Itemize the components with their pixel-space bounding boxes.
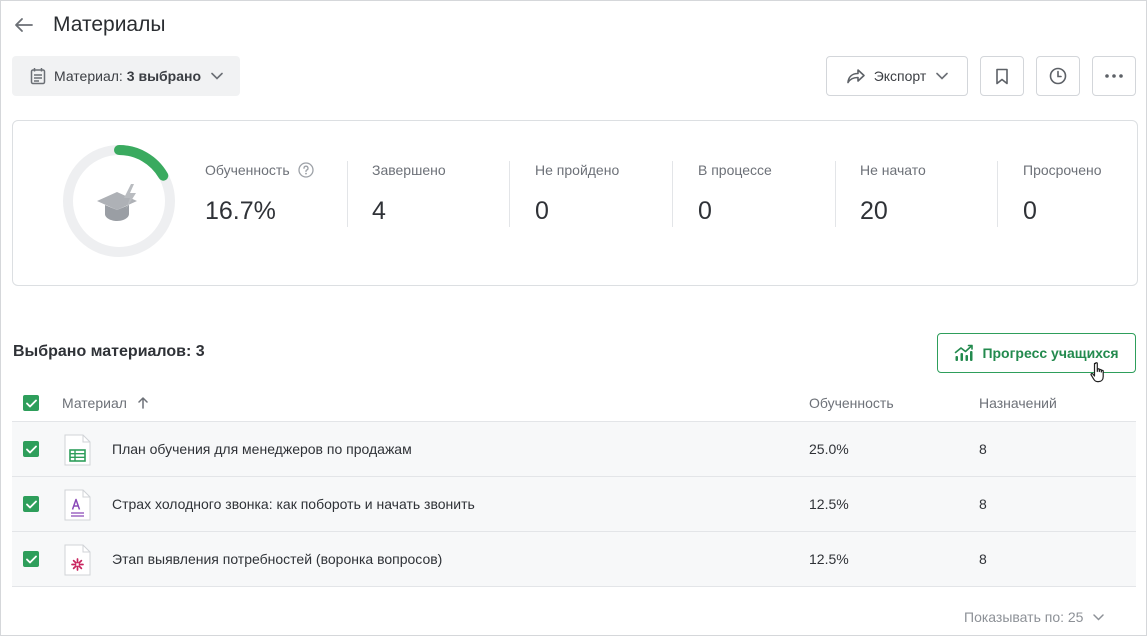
divider xyxy=(509,161,510,227)
history-button[interactable] xyxy=(1036,56,1080,96)
stat-label: В процессе xyxy=(698,162,772,178)
row-checkbox[interactable] xyxy=(23,441,39,457)
stat-completed: Завершено 4 xyxy=(372,161,446,227)
back-arrow-icon[interactable] xyxy=(13,14,35,36)
table-row[interactable]: План обучения для менеджеров по продажам… xyxy=(12,422,1136,477)
material-name[interactable]: Страх холодного звонка: как побороть и н… xyxy=(112,496,475,512)
stat-value: 0 xyxy=(535,197,549,225)
material-progress: 12.5% xyxy=(809,551,849,567)
material-progress: 25.0% xyxy=(809,441,849,457)
stat-not-started: Не начато 20 xyxy=(860,161,926,227)
stat-failed: Не пройдено 0 xyxy=(535,161,619,227)
stat-value: 20 xyxy=(860,197,888,225)
page-title: Материалы xyxy=(53,13,166,36)
divider xyxy=(347,161,348,227)
graduation-cap-icon xyxy=(97,184,137,221)
stat-value: 0 xyxy=(698,197,712,225)
spreadsheet-file-icon xyxy=(64,434,91,466)
material-name[interactable]: Этап выявления потребностей (воронка воп… xyxy=(112,551,442,567)
share-arrow-icon xyxy=(846,68,866,84)
export-label: Экспорт xyxy=(873,68,927,84)
stat-in-progress: В процессе 0 xyxy=(698,161,772,227)
material-filter-dropdown[interactable]: Материал: 3 выбрано xyxy=(12,56,240,96)
bookmark-icon xyxy=(995,68,1009,85)
material-assignments: 8 xyxy=(979,496,987,512)
divider xyxy=(835,161,836,227)
select-all-checkbox[interactable] xyxy=(23,395,39,411)
more-options-button[interactable] xyxy=(1092,56,1136,96)
stat-value: 16.7% xyxy=(205,197,276,225)
help-circle-icon[interactable] xyxy=(297,162,314,178)
stat-label: Завершено xyxy=(372,162,446,178)
material-progress: 12.5% xyxy=(809,496,849,512)
filter-label: Материал: xyxy=(54,68,123,84)
progress-donut-chart xyxy=(63,145,175,257)
stat-value: 0 xyxy=(1023,197,1037,225)
column-header-material[interactable]: Материал xyxy=(62,395,148,411)
stat-label: Не начато xyxy=(860,162,926,178)
tool-file-icon xyxy=(64,544,91,576)
material-assignments: 8 xyxy=(979,551,987,567)
divider xyxy=(997,161,998,227)
material-assignments: 8 xyxy=(979,441,987,457)
material-name[interactable]: План обучения для менеджеров по продажам xyxy=(112,441,412,457)
page-header: Материалы xyxy=(13,9,165,41)
column-header-assignments[interactable]: Назначений xyxy=(979,395,1057,411)
learner-progress-label: Прогресс учащихся xyxy=(982,345,1119,361)
stat-label: Просрочено xyxy=(1023,162,1102,178)
stat-label: Не пройдено xyxy=(535,162,620,178)
stat-proficiency: Обученность 16.7% xyxy=(205,161,314,227)
row-checkbox[interactable] xyxy=(23,496,39,512)
growth-chart-icon xyxy=(954,344,974,362)
column-header-label: Материал xyxy=(62,395,127,411)
table-header-row: Материал Обученность Назначений xyxy=(12,384,1136,422)
row-checkbox[interactable] xyxy=(23,551,39,567)
bookmark-button[interactable] xyxy=(980,56,1024,96)
export-button[interactable]: Экспорт xyxy=(826,56,968,96)
column-header-progress[interactable]: Обученность xyxy=(809,395,894,411)
app-window: Материалы Материал: 3 выбрано Экспорт Об… xyxy=(0,0,1147,636)
stat-overdue: Просрочено 0 xyxy=(1023,161,1102,227)
table-row[interactable]: Этап выявления потребностей (воронка воп… xyxy=(12,532,1136,587)
materials-table: Материал Обученность Назначений План обу… xyxy=(12,384,1136,587)
more-dots-icon xyxy=(1105,74,1123,78)
stat-label: Обученность xyxy=(205,162,290,178)
clock-icon xyxy=(1049,67,1067,85)
calendar-icon xyxy=(30,67,46,85)
document-file-icon xyxy=(64,489,91,521)
divider xyxy=(672,161,673,227)
page-size-selector[interactable]: Показывать по: 25 xyxy=(964,609,1105,625)
chevron-down-icon xyxy=(1093,613,1105,621)
stats-card: Обученность 16.7% Завершено 4 Не пройден… xyxy=(12,120,1138,286)
stat-value: 4 xyxy=(372,197,386,225)
filter-value: 3 выбрано xyxy=(126,68,202,84)
selected-materials-title: Выбрано материалов: 3 xyxy=(13,343,205,360)
chevron-down-icon xyxy=(211,72,223,80)
page-size-label: Показывать по: 25 xyxy=(964,609,1084,625)
chevron-down-icon xyxy=(936,72,949,80)
table-row[interactable]: Страх холодного звонка: как побороть и н… xyxy=(12,477,1136,532)
sort-arrow-up-icon xyxy=(138,397,148,409)
